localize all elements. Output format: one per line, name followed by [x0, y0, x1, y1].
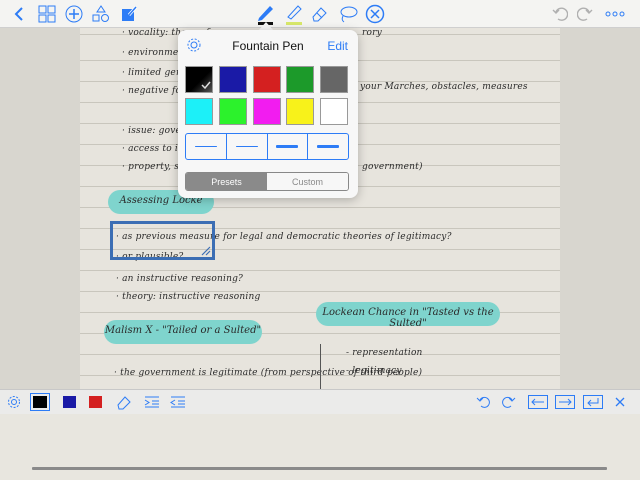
- arrow-right-box-icon[interactable]: [554, 393, 576, 411]
- close-icon[interactable]: [612, 393, 628, 411]
- add-icon[interactable]: [64, 4, 84, 24]
- return-icon[interactable]: [582, 393, 604, 411]
- eraser-icon[interactable]: [309, 4, 329, 24]
- note-line: · theory: instructive reasoning: [116, 292, 261, 302]
- popup-header: Fountain Pen Edit: [178, 30, 358, 60]
- note-line: · negative for: [122, 86, 186, 96]
- color-swatch-red[interactable]: [253, 66, 281, 93]
- grid-icon[interactable]: [37, 4, 57, 24]
- redo-icon[interactable]: [575, 4, 595, 24]
- more-icon[interactable]: [604, 4, 626, 24]
- stroke-width-option[interactable]: [186, 134, 227, 159]
- right-margin: [560, 28, 640, 390]
- pen-settings-popup: Fountain Pen Edit Presets Custom: [178, 30, 358, 198]
- shapes-icon[interactable]: [91, 4, 111, 24]
- color-swatch-yellow[interactable]: [286, 98, 314, 125]
- note-line: government): [362, 162, 423, 172]
- blue-color-swatch[interactable]: [60, 393, 78, 411]
- presets-custom-segmented-control: Presets Custom: [185, 172, 349, 191]
- undo-icon[interactable]: [474, 393, 492, 411]
- stroke-width-option[interactable]: [227, 134, 268, 159]
- arrow-left-box-icon[interactable]: [527, 393, 549, 411]
- divider-line: [320, 344, 321, 390]
- writing-baseline: [32, 467, 607, 470]
- color-swatch-gray[interactable]: [320, 66, 348, 93]
- color-swatch-lime[interactable]: [219, 98, 247, 125]
- color-swatch-cyan[interactable]: [185, 98, 213, 125]
- top-toolbar: [0, 0, 640, 28]
- bottom-toolbar: [0, 390, 640, 414]
- outdent-icon[interactable]: [168, 393, 188, 411]
- stroke-width-option[interactable]: [308, 134, 348, 159]
- color-swatch-black[interactable]: [185, 66, 213, 93]
- zoom-writing-panel: [0, 389, 640, 480]
- highlighter-icon[interactable]: [282, 4, 304, 25]
- lasso-icon[interactable]: [337, 4, 359, 24]
- stroke-width-option[interactable]: [268, 134, 309, 159]
- edit-icon[interactable]: [120, 4, 138, 24]
- resize-handle-icon[interactable]: [201, 246, 211, 256]
- edit-button[interactable]: Edit: [327, 39, 348, 53]
- black-color-swatch[interactable]: [30, 393, 50, 411]
- note-line: rory: [362, 28, 382, 38]
- stroke-width-selector: [185, 133, 349, 160]
- pen-icon[interactable]: [254, 4, 276, 25]
- note-line: · an instructive reasoning?: [116, 274, 244, 284]
- undo-icon[interactable]: [550, 4, 570, 24]
- lasso-selection-box[interactable]: [110, 221, 215, 260]
- note-line: - representation: [346, 348, 423, 358]
- zoom-writing-area[interactable]: [0, 414, 640, 480]
- close-circle-icon[interactable]: [364, 4, 386, 24]
- highlight-malism: Malism X - "Tailed or a Sulted": [104, 320, 262, 344]
- tab-presets[interactable]: Presets: [186, 173, 267, 190]
- note-line: your Marches, obstacles, measures: [360, 82, 528, 92]
- color-swatch-green[interactable]: [286, 66, 314, 93]
- back-icon[interactable]: [10, 4, 28, 24]
- highlight-lockean: Lockean Chance in "Tasted vs the Sulted": [316, 302, 500, 329]
- settings-icon[interactable]: [6, 393, 22, 411]
- red-color-swatch[interactable]: [86, 393, 104, 411]
- tab-custom[interactable]: Custom: [267, 173, 348, 190]
- checkmark-icon: [201, 81, 211, 90]
- color-swatch-magenta[interactable]: [253, 98, 281, 125]
- note-line: - legitimacy: [346, 366, 402, 376]
- redo-icon[interactable]: [500, 393, 518, 411]
- color-swatch-white[interactable]: [320, 98, 348, 125]
- indent-icon[interactable]: [142, 393, 162, 411]
- left-margin: [0, 28, 80, 390]
- eraser-icon[interactable]: [114, 393, 134, 411]
- color-swatch-blue[interactable]: [219, 66, 247, 93]
